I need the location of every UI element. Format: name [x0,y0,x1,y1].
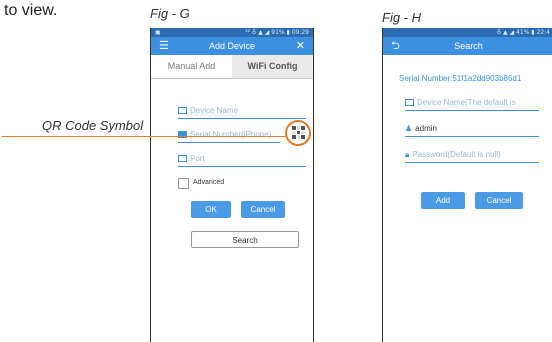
serial-number-placeholder: Serial Number(iPhone) [190,130,272,139]
status-bar: ▣ ⁴⁶ ♁ ▲ ◢ 91% ▮ 09:29 [151,28,313,37]
callout-line [2,136,286,137]
status-indicators: ♁ ▲ ◢ 41% ▮ 22:4 [496,29,550,36]
serial-icon [178,131,187,139]
device-icon [405,99,414,107]
device-name-field[interactable]: Device Name(The default is [405,96,539,111]
device-icon [178,107,187,115]
notification-icon: ▣ [155,29,161,36]
device-name-placeholder: Device Name [190,106,239,115]
status-bar: ♁ ▲ ◢ 41% ▮ 22:4 [383,28,552,37]
advanced-label: Advanced [193,179,225,186]
page-title: Add Device [208,41,256,51]
page-title: Search [454,41,483,51]
fig-g-label: Fig - G [150,6,190,21]
intro-text: to view. [4,2,58,19]
qr-code-callout-label: QR Code Symbol [42,118,144,133]
device-name-field[interactable]: Device Name [178,104,306,119]
tab-wifi-config[interactable]: WiFi Config [232,55,313,78]
app-bar: ☰ Add Device ✕ [151,37,313,55]
device-name-placeholder: Device Name(The default is [417,98,516,107]
advanced-checkbox[interactable] [178,178,189,189]
password-field[interactable]: 🔒︎ Password(Default is null) [405,148,539,163]
fig-h-label: Fig - H [382,10,421,25]
add-button[interactable]: Add [421,192,465,209]
phone-add-device: ▣ ⁴⁶ ♁ ▲ ◢ 91% ▮ 09:29 ☰ Add Device ✕ Ma… [150,28,314,342]
username-field[interactable]: ♟ admin [405,122,539,137]
app-bar: ⮌ Search [383,37,552,55]
lock-icon: 🔒︎ [405,150,410,159]
port-placeholder: Port [190,154,205,163]
ok-button[interactable]: OK [191,201,231,218]
search-button[interactable]: Search [191,231,299,248]
port-field[interactable]: Port [178,152,306,167]
user-icon: ♟ [405,124,413,133]
password-placeholder: Password(Default is null) [412,150,501,159]
tab-bar: Manual Add WiFi Config [151,55,313,79]
phone-search: ♁ ▲ ◢ 41% ▮ 22:4 ⮌ Search Serial Number:… [382,28,552,342]
callout-circle [285,120,311,146]
status-indicators: ⁴⁶ ♁ ▲ ◢ 91% ▮ 09:29 [245,29,309,36]
cancel-button[interactable]: Cancel [241,201,285,218]
menu-icon[interactable]: ☰ [159,37,169,55]
cancel-button[interactable]: Cancel [475,192,523,209]
tab-manual-add[interactable]: Manual Add [151,55,232,78]
back-icon[interactable]: ⮌ [391,37,400,55]
username-value: admin [415,124,437,133]
serial-number-text: Serial Number:51f1a2dd903b86d1 [399,74,522,83]
port-icon [178,155,187,163]
close-icon[interactable]: ✕ [296,37,305,55]
